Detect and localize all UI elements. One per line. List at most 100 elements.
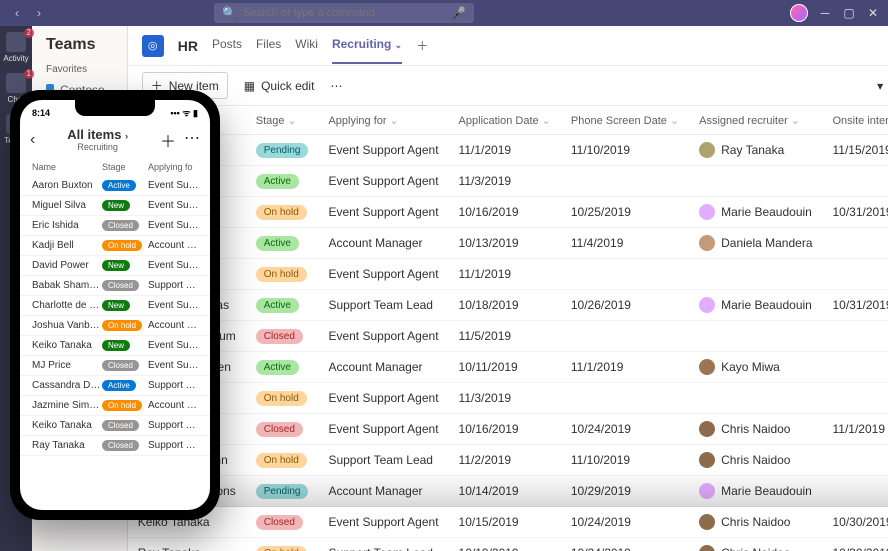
table-row[interactable]: MJ PriceClosedEvent Support Agent10/16/2… — [128, 414, 888, 445]
window-minimize-icon[interactable]: ─ — [818, 6, 832, 20]
m-cell-apply: Event Support A — [148, 300, 200, 311]
list-item[interactable]: Kadji BellOn holdAccount Manag — [20, 236, 210, 256]
m-cell-name: Kadji Bell — [32, 240, 102, 251]
m-cell-name: Charlotte de Crum — [32, 300, 102, 311]
back-icon[interactable]: ‹ — [30, 131, 35, 149]
m-cell-name: Jazmine Simmons — [32, 400, 102, 411]
m-cell-name: Keiko Tanaka — [32, 420, 102, 431]
table-row[interactable]: Miguel SilvaActiveEvent Support Agent11/… — [128, 166, 888, 197]
tab-posts[interactable]: Posts — [212, 27, 242, 64]
list-item[interactable]: MJ PriceClosedEvent Support A — [20, 356, 210, 376]
list-item[interactable]: Keiko TanakaClosedSupport Team L — [20, 416, 210, 436]
m-cell-stage: New — [102, 260, 148, 271]
cell-stage: On hold — [246, 197, 319, 228]
tab-wiki[interactable]: Wiki — [295, 27, 318, 64]
stage-pill: Active — [102, 180, 136, 191]
cell-phonedate — [561, 259, 689, 290]
list-item[interactable]: David PowerNewEvent Support A — [20, 256, 210, 276]
table-row[interactable]: Aaron BuxtonPendingEvent Support Agent11… — [128, 135, 888, 166]
m-cell-name: Cassandra Dunn — [32, 380, 102, 391]
add-icon[interactable]: ＋ — [160, 128, 176, 152]
mobile-rows[interactable]: Aaron BuxtonActiveEvent Support AMiguel … — [20, 176, 210, 510]
cell-onsite — [823, 321, 888, 352]
stage-pill: Closed — [102, 420, 139, 431]
avatar — [699, 359, 715, 375]
m-cell-name: Eric Ishida — [32, 220, 102, 231]
list-item[interactable]: Aaron BuxtonActiveEvent Support A — [20, 176, 210, 196]
list-item[interactable]: Charlotte de CrumNewEvent Support A — [20, 296, 210, 316]
cell-phonedate — [561, 166, 689, 197]
stage-pill: On hold — [256, 391, 307, 406]
user-avatar[interactable] — [790, 4, 808, 22]
cell-recruiter: Chris Naidoo — [689, 445, 822, 476]
m-cell-apply: Account Manag — [148, 320, 200, 331]
stage-pill: Closed — [102, 280, 139, 291]
rail-activity[interactable]: 2 Activity — [0, 32, 32, 63]
col-recruiter[interactable]: Assigned recruiter⌄ — [689, 106, 822, 135]
col-applying[interactable]: Applying for⌄ — [318, 106, 448, 135]
search-input[interactable] — [243, 7, 445, 19]
cell-stage: Closed — [246, 321, 319, 352]
m-cell-stage: New — [102, 300, 148, 311]
chevron-right-icon: › — [125, 131, 128, 141]
more-icon[interactable]: ⋯ — [184, 128, 200, 152]
window-maximize-icon[interactable]: ▢ — [842, 6, 856, 20]
quick-edit-button[interactable]: ▦ Quick edit — [244, 79, 315, 93]
tab-recruiting[interactable]: Recruiting ⌄ — [332, 27, 402, 64]
badge-count: 1 — [24, 69, 34, 79]
cell-applying: Event Support Agent — [318, 507, 448, 538]
cell-stage: Pending — [246, 476, 319, 507]
cell-recruiter: Daniela Mandera — [689, 228, 822, 259]
stage-pill: New — [102, 340, 130, 351]
table-row[interactable]: Keiko TanakaClosedEvent Support Agent10/… — [128, 507, 888, 538]
table-row[interactable]: Keiko TanakaOn holdEvent Support Agent11… — [128, 383, 888, 414]
list-item[interactable]: Ray TanakaClosedSupport Team L — [20, 436, 210, 456]
command-search[interactable]: 🔍 🎤 — [214, 3, 474, 23]
col-stage[interactable]: Stage⌄ — [246, 106, 319, 135]
avatar — [699, 452, 715, 468]
table-row[interactable]: Eric IshidaOn holdEvent Support Agent10/… — [128, 197, 888, 228]
col-onsite[interactable]: Onsite interview date⌄ — [823, 106, 888, 135]
mic-icon[interactable]: 🎤 — [451, 6, 466, 20]
list-item[interactable]: Keiko TanakaNewEvent Support A — [20, 336, 210, 356]
col-phonedate[interactable]: Phone Screen Date⌄ — [561, 106, 689, 135]
col-appdate[interactable]: Application Date⌄ — [449, 106, 561, 135]
list-item[interactable]: Miguel SilvaNewEvent Support A — [20, 196, 210, 216]
cell-appdate: 10/16/2019 — [449, 197, 561, 228]
stage-pill: Active — [256, 298, 299, 313]
m-cell-stage: Closed — [102, 440, 148, 451]
list-item[interactable]: Jazmine SimmonsOn holdAccount Manag — [20, 396, 210, 416]
m-cell-name: MJ Price — [32, 360, 102, 371]
table-row[interactable]: Kadji BellActiveAccount Manager10/13/201… — [128, 228, 888, 259]
cell-applying: Account Manager — [318, 352, 448, 383]
add-tab-button[interactable]: ＋ — [416, 27, 428, 64]
channel-tabs: Posts Files Wiki Recruiting ⌄ ＋ — [212, 27, 428, 64]
list-item[interactable]: Babak ShammasClosedSupport Team L — [20, 276, 210, 296]
table-row[interactable]: David PowerOn holdEvent Support Agent11/… — [128, 259, 888, 290]
mobile-subtitle: Recruiting — [43, 142, 152, 152]
filter-button[interactable]: ▾ Filter — [877, 79, 888, 93]
list-item[interactable]: Joshua VanburenOn holdAccount Manag — [20, 316, 210, 336]
cell-appdate: 10/18/2019 — [449, 290, 561, 321]
cell-appdate: 10/14/2019 — [449, 476, 561, 507]
table-row[interactable]: Charlotte de CrumClosedEvent Support Age… — [128, 321, 888, 352]
list-item[interactable]: Cassandra DunnActiveSupport Team L — [20, 376, 210, 396]
list-item[interactable]: Eric IshidaClosedEvent Support A — [20, 216, 210, 236]
m-cell-stage: On hold — [102, 320, 148, 331]
table-row[interactable]: Joshua VanburenActiveAccount Manager10/1… — [128, 352, 888, 383]
mobile-time: 8:14 — [32, 108, 50, 118]
cell-phonedate: 10/26/2019 — [561, 290, 689, 321]
window-close-icon[interactable]: ✕ — [866, 6, 880, 20]
cell-appdate: 10/11/2019 — [449, 352, 561, 383]
nav-back-icon[interactable]: ‹ — [8, 4, 26, 22]
table-row[interactable]: Cassandra DunnOn holdSupport Team Lead11… — [128, 445, 888, 476]
cell-onsite: 11/1/2019 — [823, 414, 888, 445]
more-actions-button[interactable]: ⋯ — [330, 79, 342, 93]
cell-onsite: 11/15/2019 — [823, 135, 888, 166]
nav-forward-icon[interactable]: › — [30, 4, 48, 22]
table-row[interactable]: Ray TanakaOn holdSupport Team Lead10/19/… — [128, 538, 888, 551]
table-row[interactable]: Jazmine SimmonsPendingAccount Manager10/… — [128, 476, 888, 507]
table-row[interactable]: Babak ShammasActiveSupport Team Lead10/1… — [128, 290, 888, 321]
tab-files[interactable]: Files — [256, 27, 281, 64]
cell-stage: On hold — [246, 445, 319, 476]
